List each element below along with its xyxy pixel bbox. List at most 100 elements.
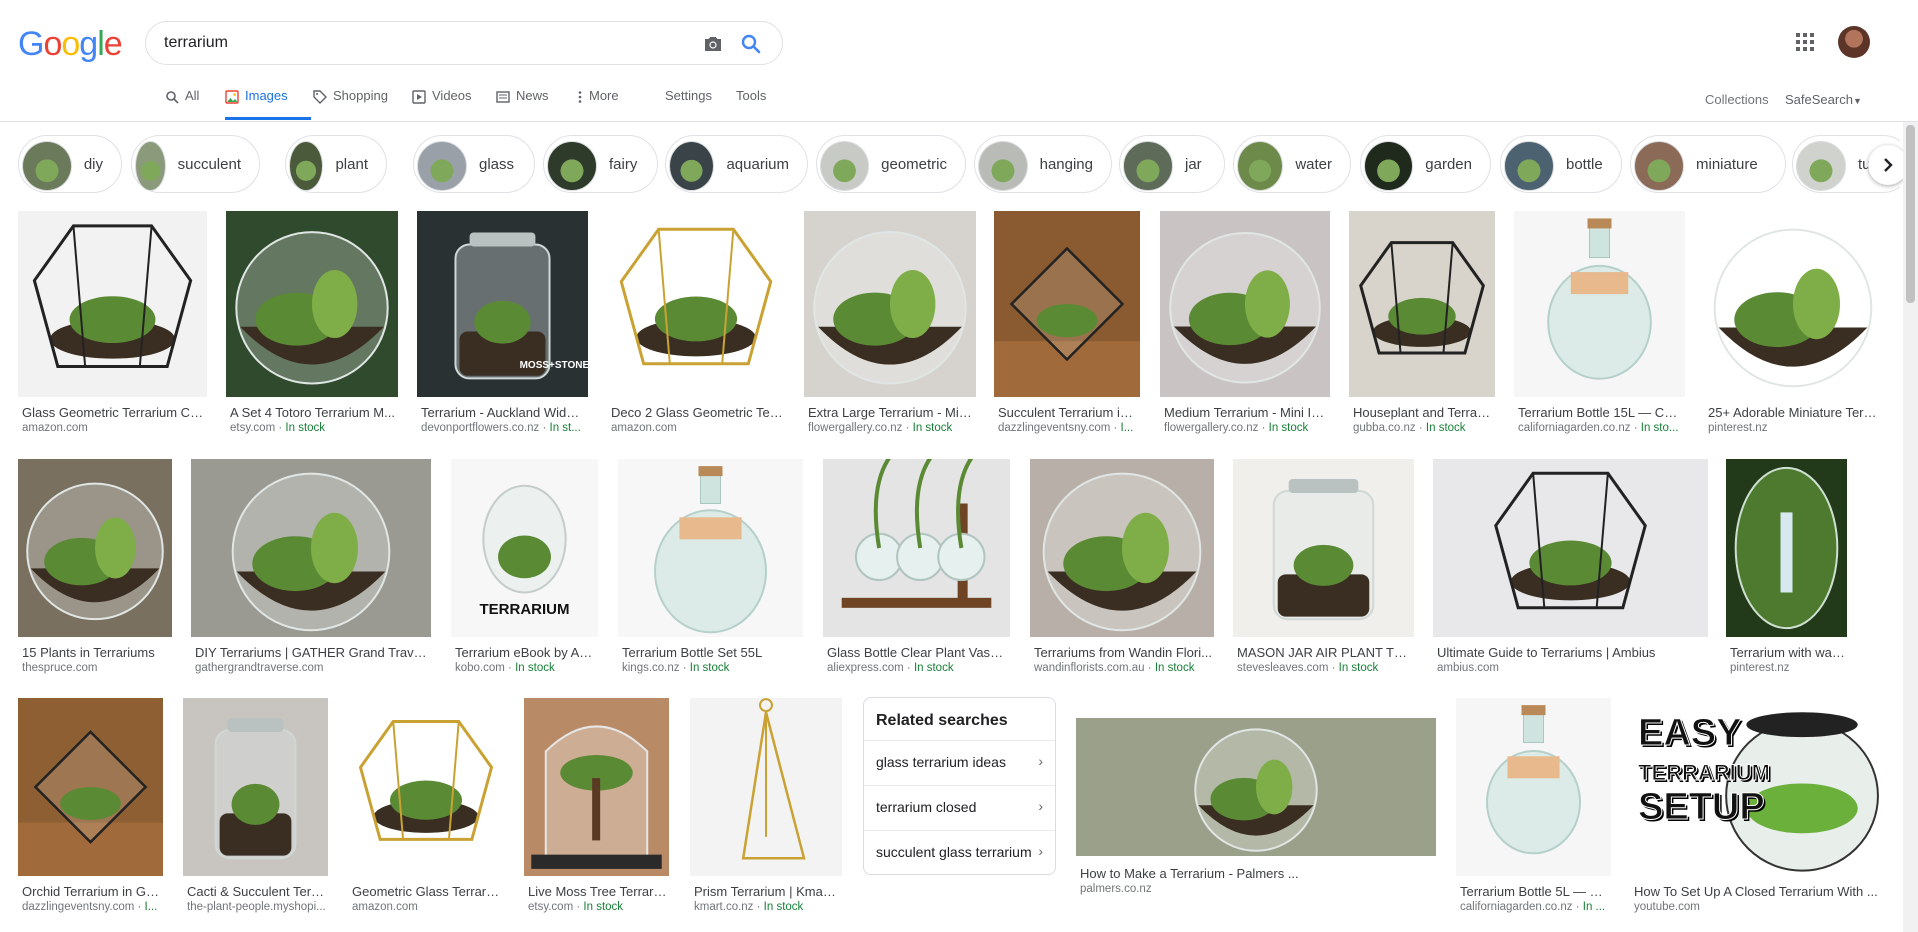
google-logo[interactable]: Google <box>18 25 123 64</box>
chip-glass[interactable]: glass <box>413 135 535 193</box>
search-icon[interactable] <box>739 32 763 56</box>
result-title[interactable]: Geometric Glass Terrariu... <box>352 884 502 899</box>
image-result[interactable]: Houseplant and Terrari... gubba.co.nz · I… <box>1349 211 1495 439</box>
image-result[interactable]: Terrariums from Wandin Flori... wandinflo… <box>1030 459 1214 679</box>
result-title[interactable]: Orchid Terrarium in Gre... <box>22 884 161 899</box>
result-thumbnail[interactable] <box>183 698 328 876</box>
tab-all[interactable]: All <box>165 88 199 120</box>
image-result[interactable]: TERRARIUM Terrarium eBook by An... kobo.co… <box>451 459 598 679</box>
image-result[interactable]: 25+ Adorable Miniature Terra... pinterest… <box>1704 211 1882 439</box>
image-result[interactable]: Terrarium Bottle Set 55L kings.co.nz · In… <box>618 459 803 679</box>
result-thumbnail[interactable] <box>18 211 207 397</box>
result-title[interactable]: Medium Terrarium - Mini In... <box>1164 405 1328 420</box>
chip-plant[interactable]: plant <box>285 135 387 193</box>
result-thumbnail[interactable] <box>1433 459 1708 637</box>
result-thumbnail[interactable] <box>1076 718 1436 856</box>
result-thumbnail[interactable] <box>994 211 1140 397</box>
result-title[interactable]: Succulent Terrarium in ... <box>998 405 1138 420</box>
result-thumbnail[interactable] <box>1514 211 1685 397</box>
tab-shopping[interactable]: Shopping <box>313 88 388 120</box>
apps-grid-icon[interactable] <box>1794 31 1816 53</box>
image-result[interactable]: Prism Terrarium | Kmart... kmart.co.nz · … <box>690 698 842 918</box>
safesearch-menu[interactable]: SafeSearch▼ <box>1785 92 1862 107</box>
avatar[interactable] <box>1838 26 1870 58</box>
result-title[interactable]: Extra Large Terrarium - Mini... <box>808 405 974 420</box>
result-thumbnail[interactable] <box>1233 459 1414 637</box>
chip-miniature[interactable]: miniature <box>1630 135 1786 193</box>
image-result[interactable]: Glass Geometric Terrarium Con... amazon.c… <box>18 211 207 439</box>
result-thumbnail[interactable] <box>18 459 172 637</box>
result-title[interactable]: Cacti & Succulent Terra... <box>187 884 326 899</box>
result-title[interactable]: DIY Terrariums | GATHER Grand Traverse <box>195 645 429 660</box>
result-thumbnail[interactable] <box>1160 211 1330 397</box>
related-search-item[interactable]: succulent glass terrarium › <box>864 830 1055 874</box>
result-title[interactable]: MASON JAR AIR PLANT TER... <box>1237 645 1412 660</box>
result-title[interactable]: Houseplant and Terrari... <box>1353 405 1493 420</box>
result-thumbnail[interactable] <box>1726 459 1847 637</box>
result-thumbnail[interactable] <box>226 211 398 397</box>
image-result[interactable]: Medium Terrarium - Mini In... flowergalle… <box>1160 211 1330 439</box>
result-thumbnail[interactable] <box>191 459 431 637</box>
result-title[interactable]: Terrarium Bottle 15L — Cali... <box>1518 405 1683 420</box>
result-title[interactable]: 15 Plants in Terrariums <box>22 645 170 660</box>
result-title[interactable]: Live Moss Tree Terrariu... <box>528 884 667 899</box>
result-title[interactable]: Deco 2 Glass Geometric Terr... <box>611 405 783 420</box>
tab-news[interactable]: News <box>496 88 549 120</box>
chip-bottle[interactable]: bottle <box>1500 135 1622 193</box>
chip-garden[interactable]: garden <box>1360 135 1491 193</box>
tab-tools[interactable]: Tools <box>736 88 766 120</box>
result-thumbnail[interactable]: TERRARIUM <box>451 459 598 637</box>
result-title[interactable]: Ultimate Guide to Terrariums | Ambius <box>1437 645 1706 660</box>
result-title[interactable]: How to Make a Terrarium - Palmers ... <box>1080 866 1434 881</box>
search-input[interactable] <box>164 32 684 54</box>
tab-more[interactable]: More <box>573 88 619 120</box>
image-result[interactable]: MOSS+STONE Terrarium - Auckland Wide ... d… <box>417 211 588 439</box>
result-thumbnail[interactable] <box>690 698 842 876</box>
image-result[interactable]: Orchid Terrarium in Gre... dazzlingevents… <box>18 698 163 918</box>
result-title[interactable]: 25+ Adorable Miniature Terra... <box>1708 405 1880 420</box>
image-result[interactable]: Glass Bottle Clear Plant Vase ... aliexpr… <box>823 459 1010 679</box>
image-result[interactable]: Terrarium Bottle 5L — Ca... californiagar… <box>1456 698 1611 918</box>
result-title[interactable]: Terrariums from Wandin Flori... <box>1034 645 1212 660</box>
image-result[interactable]: Ultimate Guide to Terrariums | Ambius amb… <box>1433 459 1708 679</box>
image-result[interactable]: Deco 2 Glass Geometric Terr... amazon.com <box>607 211 785 439</box>
chip-fairy[interactable]: fairy <box>543 135 658 193</box>
result-title[interactable]: A Set 4 Totoro Terrarium M... <box>230 405 396 420</box>
result-thumbnail[interactable] <box>1704 211 1882 397</box>
related-search-item[interactable]: glass terrarium ideas › <box>864 740 1055 784</box>
result-thumbnail[interactable] <box>607 211 785 397</box>
chip-geometric[interactable]: geometric <box>816 135 966 193</box>
result-thumbnail[interactable]: MOSS+STONE <box>417 211 588 397</box>
camera-icon[interactable] <box>701 32 725 56</box>
image-result[interactable]: Live Moss Tree Terrariu... etsy.com · In … <box>524 698 669 918</box>
result-thumbnail[interactable] <box>524 698 669 876</box>
result-thumbnail[interactable] <box>18 698 163 876</box>
image-result[interactable]: Extra Large Terrarium - Mini... flowergal… <box>804 211 976 439</box>
chip-diy[interactable]: diy <box>18 135 122 193</box>
related-search-item[interactable]: terrarium closed › <box>864 785 1055 829</box>
result-title[interactable]: Terrarium Bottle Set 55L <box>622 645 801 660</box>
image-result[interactable]: Terrarium Bottle 15L — Cali... california… <box>1514 211 1685 439</box>
image-result[interactable]: How to Make a Terrarium - Palmers ... pal… <box>1076 718 1436 898</box>
image-result[interactable]: MASON JAR AIR PLANT TER... stevesleaves.c… <box>1233 459 1414 679</box>
image-result[interactable]: Geometric Glass Terrariu... amazon.com <box>348 698 504 918</box>
chip-jar[interactable]: jar <box>1119 135 1225 193</box>
result-thumbnail[interactable] <box>1030 459 1214 637</box>
result-title[interactable]: How To Set Up A Closed Terrarium With ..… <box>1634 884 1881 899</box>
result-title[interactable]: Terrarium Bottle 5L — Ca... <box>1460 884 1609 899</box>
scrollbar-thumb[interactable] <box>1906 125 1915 303</box>
chip-hanging[interactable]: hanging <box>974 135 1112 193</box>
result-thumbnail[interactable] <box>1349 211 1495 397</box>
chip-aquarium[interactable]: aquarium <box>665 135 808 193</box>
tab-settings[interactable]: Settings <box>665 88 712 120</box>
image-result[interactable]: A Set 4 Totoro Terrarium M... etsy.com · … <box>226 211 398 439</box>
image-result[interactable]: Cacti & Succulent Terra... the-plant-peop… <box>183 698 328 918</box>
result-title[interactable]: Terrarium eBook by An... <box>455 645 596 660</box>
result-title[interactable]: Glass Geometric Terrarium Con... <box>22 405 205 420</box>
chip-succulent[interactable]: succulent <box>131 135 260 193</box>
image-result[interactable]: Succulent Terrarium in ... dazzlingevents… <box>994 211 1140 439</box>
tab-images[interactable]: Images <box>225 88 311 120</box>
result-thumbnail[interactable] <box>618 459 803 637</box>
collections-link[interactable]: Collections <box>1705 92 1769 107</box>
result-title[interactable]: Prism Terrarium | Kmart... <box>694 884 840 899</box>
